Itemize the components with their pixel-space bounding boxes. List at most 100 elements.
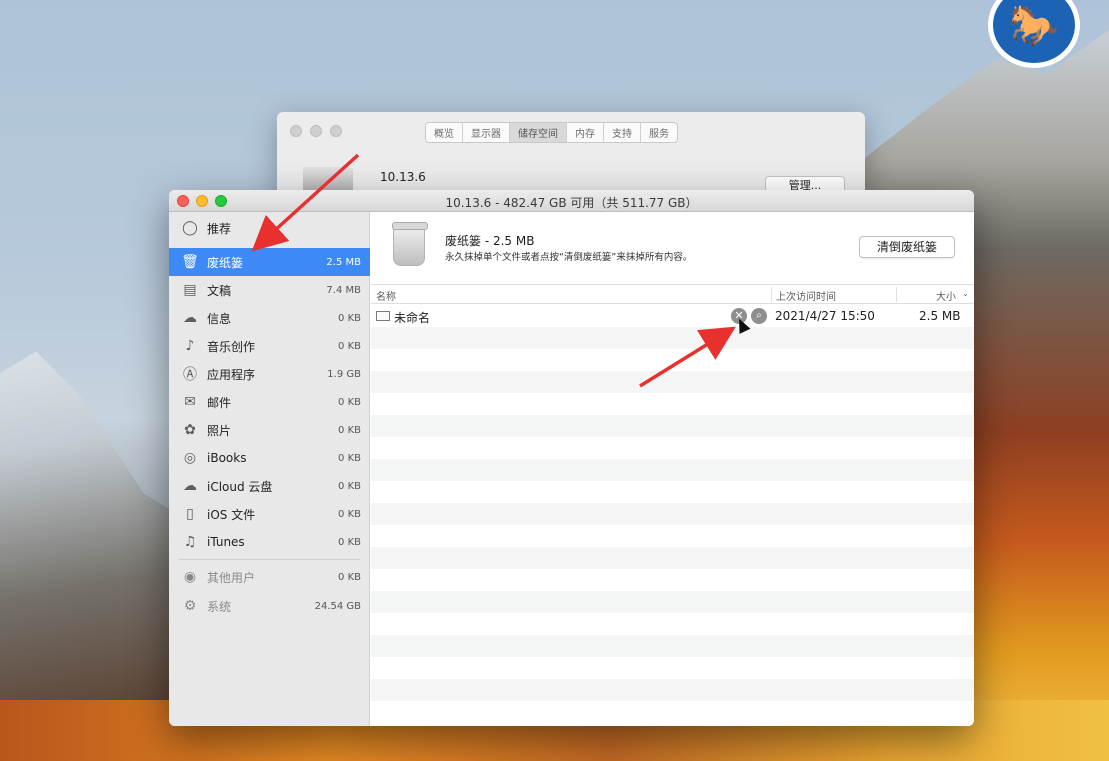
sidebar-item-mail[interactable]: ✉ 邮件 0 KB (169, 388, 370, 416)
sidebar-item-label: 应用程序 (207, 367, 256, 382)
tab-memory[interactable]: 内存 (567, 123, 604, 142)
sidebar-item-messages[interactable]: ☁ 信息 0 KB (169, 304, 370, 332)
sidebar-item-label: 信息 (207, 311, 232, 326)
file-size: 2.5 MB (919, 309, 961, 323)
window-titlebar[interactable]: 10.13.6 - 482.47 GB 可用（共 511.77 GB） (169, 190, 974, 212)
sidebar-item-size: 0 KB (338, 452, 361, 464)
tab-displays[interactable]: 显示器 (463, 123, 510, 142)
table-row[interactable]: 未命名 ✕ ⌕ 2021/4/27 15:50 2.5 MB (371, 305, 974, 327)
back-zoom-button[interactable] (330, 125, 342, 137)
file-table-header: 名称 上次访问时间 大小 ⌄ (371, 284, 974, 304)
sidebar-item-size: 1.9 GB (327, 368, 361, 380)
magnifier-reveal-icon[interactable]: ⌕ (751, 308, 767, 324)
sidebar-item-label: 邮件 (207, 395, 232, 410)
empty-row (371, 415, 974, 437)
mail-icon: ✉ (184, 394, 196, 410)
back-minimize-button[interactable] (310, 125, 322, 137)
empty-row (371, 393, 974, 415)
sidebar-item-size: 2.5 MB (326, 256, 361, 268)
empty-row (371, 327, 974, 349)
storage-management-window: 10.13.6 - 482.47 GB 可用（共 511.77 GB） ◯ 推荐… (169, 190, 974, 726)
sidebar-item-size: 0 KB (338, 508, 361, 520)
trash-icon: 🗑 (181, 254, 199, 270)
sidebar-item-size: 24.54 GB (314, 600, 361, 612)
sidebar-item-label: 废纸篓 (207, 255, 244, 270)
tab-storage[interactable]: 储存空间 (510, 123, 567, 142)
sidebar-item-recommendations[interactable]: ◯ 推荐 (169, 214, 370, 242)
app-store-icon: Ⓐ (183, 367, 197, 383)
file-icon (376, 311, 390, 321)
phone-icon: ▯ (186, 506, 194, 522)
document-icon: ▤ (183, 282, 197, 298)
back-window-tabs: 概览 显示器 储存空间 内存 支持 服务 (425, 122, 678, 143)
tab-support[interactable]: 支持 (604, 123, 641, 142)
book-icon: ◎ (183, 450, 197, 466)
sidebar-item-trash[interactable]: 🗑 废纸篓 2.5 MB (169, 248, 370, 276)
lightbulb-icon: ◯ (182, 220, 198, 236)
sidebar: ◯ 推荐 🗑 废纸篓 2.5 MB ▤ 文稿 7.4 MB ☁ 信息 0 KB … (169, 212, 370, 726)
column-divider[interactable] (771, 287, 772, 302)
sidebar-item-size: 0 KB (338, 480, 361, 492)
gear-icon: ⚙ (183, 598, 197, 614)
sidebar-item-label: 推荐 (207, 221, 232, 236)
sidebar-item-label: 其他用户 (207, 570, 256, 585)
about-this-mac-window: 概览 显示器 储存空间 内存 支持 服务 10.13.6 管理... (277, 112, 865, 202)
sidebar-item-documents[interactable]: ▤ 文稿 7.4 MB (169, 276, 370, 304)
empty-row (371, 525, 974, 547)
sidebar-item-system[interactable]: ⚙ 系统 24.54 GB (169, 592, 370, 620)
music-note-icon: ♫ (183, 534, 197, 550)
column-header-size[interactable]: 大小 (936, 288, 956, 303)
sidebar-item-music-creation[interactable]: ♪ 音乐创作 0 KB (169, 332, 370, 360)
sidebar-item-applications[interactable]: Ⓐ 应用程序 1.9 GB (169, 360, 370, 388)
file-name: 未命名 (394, 311, 431, 325)
sidebar-item-label: iCloud 云盘 (207, 479, 273, 494)
sidebar-item-label: 音乐创作 (207, 339, 256, 354)
empty-row (371, 613, 974, 635)
tab-overview[interactable]: 概览 (426, 123, 463, 142)
empty-row (371, 635, 974, 657)
empty-row (371, 701, 974, 723)
sidebar-item-other-users[interactable]: ◉ 其他用户 0 KB (169, 563, 370, 591)
cloud-icon: ☁ (183, 478, 197, 494)
empty-row (371, 349, 974, 371)
sidebar-item-label: iTunes (207, 535, 245, 549)
empty-row (371, 481, 974, 503)
empty-row (371, 591, 974, 613)
disk-version-label: 10.13.6 (380, 170, 426, 184)
column-header-name[interactable]: 名称 (376, 288, 396, 303)
back-close-button[interactable] (290, 125, 302, 137)
empty-row (371, 371, 974, 393)
empty-row (371, 657, 974, 679)
sidebar-item-label: 系统 (207, 599, 232, 614)
sort-descending-icon[interactable]: ⌄ (962, 289, 969, 298)
file-last-access: 2021/4/27 15:50 (775, 309, 875, 323)
sidebar-item-size: 0 KB (338, 536, 361, 548)
trash-header-description: 永久抹掉单个文件或者点按“清倒废纸篓”来抹掉所有内容。 (445, 252, 693, 263)
sidebar-item-ibooks[interactable]: ◎ iBooks 0 KB (169, 444, 370, 472)
sidebar-item-size: 0 KB (338, 396, 361, 408)
sidebar-item-icloud-drive[interactable]: ☁ iCloud 云盘 0 KB (169, 472, 370, 500)
tab-service[interactable]: 服务 (641, 123, 677, 142)
empty-row (371, 679, 974, 701)
messages-icon: ☁ (183, 310, 197, 326)
users-icon: ◉ (183, 569, 197, 585)
trash-header-title: 废纸篓 - 2.5 MB (445, 234, 535, 248)
sidebar-item-label: 文稿 (207, 283, 232, 298)
empty-row (371, 459, 974, 481)
sidebar-item-label: 照片 (207, 423, 232, 438)
empty-row (371, 569, 974, 591)
empty-row (371, 547, 974, 569)
column-header-last-access[interactable]: 上次访问时间 (776, 288, 836, 303)
sidebar-item-itunes[interactable]: ♫ iTunes 0 KB (169, 528, 370, 556)
column-divider[interactable] (896, 287, 897, 302)
photos-icon: ✿ (184, 422, 196, 438)
sidebar-item-photos[interactable]: ✿ 照片 0 KB (169, 416, 370, 444)
empty-row (371, 437, 974, 459)
sidebar-item-ios-files[interactable]: ▯ iOS 文件 0 KB (169, 500, 370, 528)
sidebar-item-size: 0 KB (338, 312, 361, 324)
empty-row (371, 503, 974, 525)
sidebar-item-label: iBooks (207, 451, 247, 465)
empty-trash-button[interactable]: 清倒废纸篓 (859, 236, 955, 258)
file-table-body: 未命名 ✕ ⌕ 2021/4/27 15:50 2.5 MB (371, 305, 974, 726)
watermark-logo: 🐎 (988, 0, 1080, 68)
